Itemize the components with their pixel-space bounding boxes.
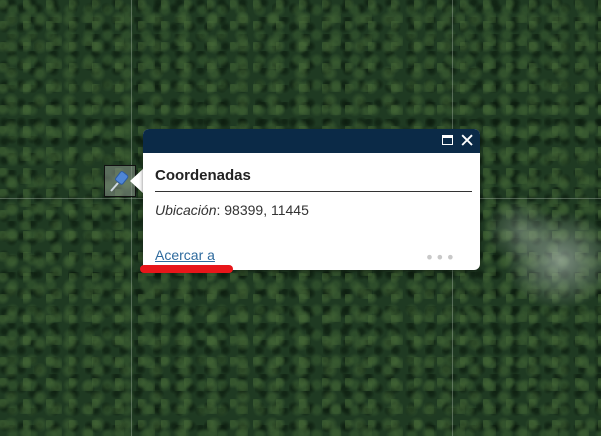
pushpin-icon — [110, 171, 129, 192]
more-options-icon[interactable]: ••• — [425, 248, 456, 267]
grid-line-vertical — [131, 0, 132, 436]
location-value: 98399, 11445 — [224, 202, 309, 218]
close-icon[interactable]: ✕ — [459, 130, 475, 152]
popup-title: Coordenadas — [155, 167, 251, 184]
location-field: Ubicación: 98399, 11445 — [155, 202, 309, 218]
popup-header: ✕ — [143, 129, 480, 153]
divider — [155, 191, 472, 192]
location-label: Ubicación — [155, 202, 217, 218]
highlight-underline — [140, 265, 233, 273]
maximize-icon[interactable] — [442, 135, 453, 145]
info-popup: ✕ Coordenadas Ubicación: 98399, 11445 Ac… — [143, 129, 480, 270]
zoom-to-link[interactable]: Acercar a — [155, 247, 215, 263]
popup-pointer — [130, 168, 144, 194]
